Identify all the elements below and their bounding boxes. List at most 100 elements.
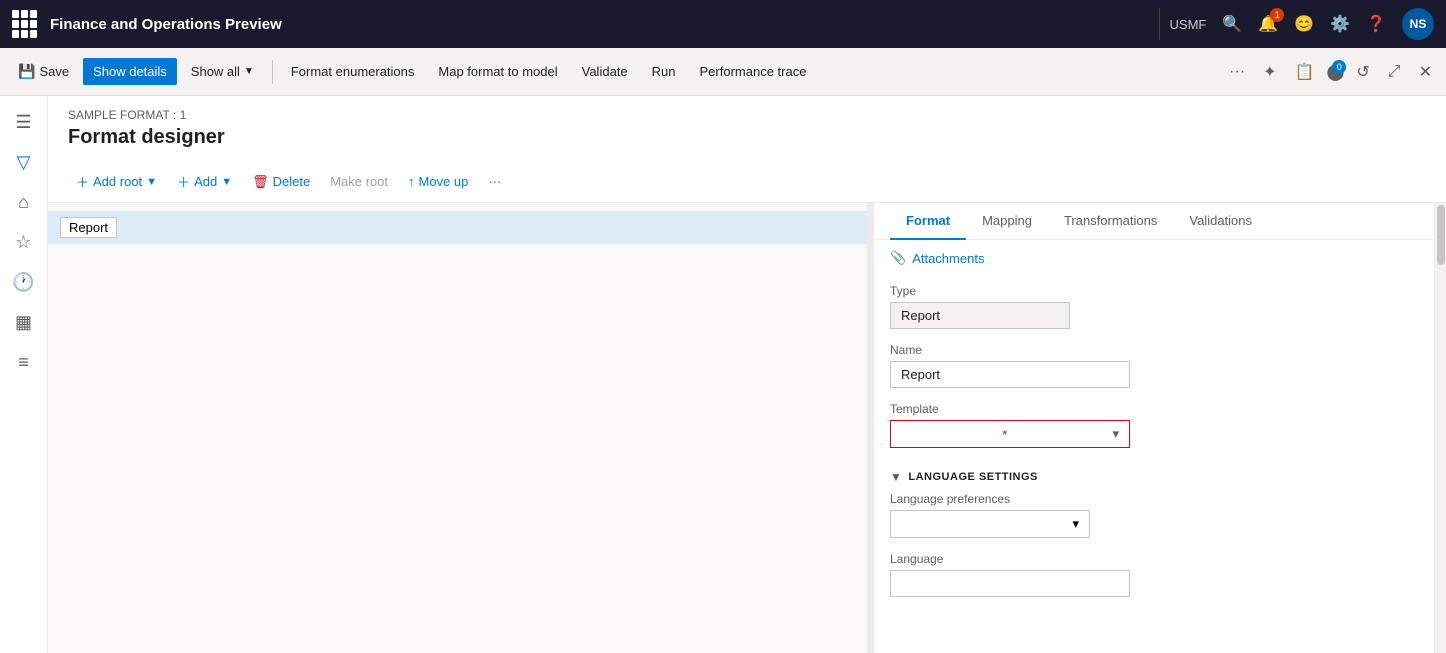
popout-button[interactable]: ⤢ bbox=[1382, 59, 1407, 85]
add-root-plus: ＋ bbox=[76, 172, 89, 191]
notes-icon: 📋 bbox=[1295, 64, 1315, 81]
add-button[interactable]: ＋ Add ▼ bbox=[169, 167, 240, 196]
page-title: Format designer bbox=[68, 126, 1426, 149]
chevron-down-icon: ▾ bbox=[1112, 426, 1119, 442]
save-icon: 💾 bbox=[18, 63, 35, 80]
sidebar-home-icon[interactable]: ⌂ bbox=[6, 184, 42, 220]
attachments-button[interactable]: 📎 Attachments bbox=[874, 240, 1000, 276]
notes-button[interactable]: 📋 bbox=[1289, 58, 1321, 86]
title-bar-right: USMF 🔍 🔔 1 😊 ⚙️ ❓ NS bbox=[1170, 8, 1434, 40]
tab-mapping[interactable]: Mapping bbox=[966, 203, 1048, 240]
properties-panel: Format Mapping Transformations Validatio… bbox=[874, 203, 1434, 653]
main-layout: ☰ ▽ ⌂ ☆ 🕐 ▦ ≡ SAMPLE FORMAT : 1 Format d… bbox=[0, 96, 1446, 653]
save-button[interactable]: 💾 Save bbox=[8, 57, 79, 86]
language-settings-header[interactable]: ▼ LANGUAGE SETTINGS bbox=[890, 462, 1418, 492]
template-dropdown[interactable]: * ▾ bbox=[890, 420, 1130, 448]
move-up-arrow: ↑ bbox=[408, 174, 415, 189]
move-up-button[interactable]: ↑ Move up bbox=[400, 169, 476, 194]
run-button[interactable]: Run bbox=[642, 58, 686, 85]
designer-body: Report Format Mapping Transformations Va… bbox=[48, 203, 1446, 653]
sidebar-star-icon[interactable]: ☆ bbox=[6, 224, 42, 260]
close-icon: ✕ bbox=[1419, 64, 1432, 81]
language-field-group: Language bbox=[890, 552, 1418, 597]
sidebar-table-icon[interactable]: ▦ bbox=[6, 304, 42, 340]
required-star: * bbox=[1002, 427, 1007, 442]
type-field-group: Type Report bbox=[890, 284, 1418, 329]
sidebar-filter-icon[interactable]: ▽ bbox=[6, 144, 42, 180]
format-enumerations-button[interactable]: Format enumerations bbox=[281, 58, 425, 85]
scrollbar-track[interactable] bbox=[1434, 203, 1446, 653]
org-label: USMF bbox=[1170, 17, 1207, 32]
type-label: Type bbox=[890, 284, 1418, 298]
language-input[interactable] bbox=[890, 570, 1130, 597]
action-divider-1 bbox=[272, 60, 273, 84]
refresh-button[interactable]: ↺ bbox=[1350, 58, 1375, 86]
scrollbar-thumb[interactable] bbox=[1437, 205, 1445, 265]
template-label: Template bbox=[890, 402, 1418, 416]
tab-format[interactable]: Format bbox=[890, 203, 966, 240]
map-format-to-model-button[interactable]: Map format to model bbox=[428, 58, 567, 85]
action-bar: 💾 Save Show details Show all ▼ Format en… bbox=[0, 48, 1446, 96]
type-value: Report bbox=[890, 302, 1070, 329]
search-icon[interactable]: 🔍 bbox=[1222, 14, 1242, 34]
badge-button[interactable]: ⬤ 0 bbox=[1326, 62, 1344, 82]
refresh-icon: ↺ bbox=[1356, 64, 1369, 81]
more-options-button[interactable]: ··· bbox=[1223, 59, 1251, 85]
delete-label: Delete bbox=[273, 174, 311, 189]
make-root-button[interactable]: Make root bbox=[322, 169, 396, 194]
lang-prefs-dropdown[interactable]: ▾ bbox=[890, 510, 1090, 538]
add-root-label: Add root bbox=[93, 174, 142, 189]
app-title: Finance and Operations Preview bbox=[50, 16, 1149, 33]
run-label: Run bbox=[652, 64, 676, 79]
popout-icon: ⤢ bbox=[1388, 63, 1401, 80]
breadcrumb: SAMPLE FORMAT : 1 bbox=[68, 108, 1426, 122]
validate-button[interactable]: Validate bbox=[572, 58, 638, 85]
tab-transformations[interactable]: Transformations bbox=[1048, 203, 1173, 240]
add-label: Add bbox=[194, 174, 217, 189]
tab-validations[interactable]: Validations bbox=[1173, 203, 1268, 240]
name-input[interactable] bbox=[890, 361, 1130, 388]
name-field-group: Name bbox=[890, 343, 1418, 388]
app-grid-icon[interactable] bbox=[12, 10, 40, 38]
settings-icon[interactable]: ⚙️ bbox=[1330, 14, 1350, 34]
show-details-button[interactable]: Show details bbox=[83, 58, 177, 85]
personalize-button[interactable]: ✦ bbox=[1257, 58, 1282, 86]
help-icon[interactable]: ❓ bbox=[1366, 14, 1386, 34]
page-header: SAMPLE FORMAT : 1 Format designer bbox=[48, 96, 1446, 161]
prop-form: Type Report Name Template bbox=[874, 276, 1434, 619]
tree-item-label: Report bbox=[60, 217, 117, 238]
template-dropdown-input[interactable]: * ▾ bbox=[890, 420, 1130, 448]
more-toolbar-button[interactable]: ··· bbox=[480, 169, 509, 194]
close-button[interactable]: ✕ bbox=[1413, 58, 1438, 86]
performance-trace-button[interactable]: Performance trace bbox=[690, 58, 817, 85]
more-icon: ··· bbox=[1229, 63, 1245, 80]
smiley-icon[interactable]: 😊 bbox=[1294, 14, 1314, 34]
collapse-icon: ▼ bbox=[890, 470, 902, 484]
lang-prefs-field-group: Language preferences ▾ bbox=[890, 492, 1418, 538]
action-bar-right: ··· ✦ 📋 ⬤ 0 ↺ ⤢ ✕ bbox=[1223, 58, 1438, 86]
tree-panel: Report bbox=[48, 203, 868, 653]
tree-item[interactable]: Report bbox=[48, 211, 867, 244]
more-toolbar-icon: ··· bbox=[488, 174, 501, 189]
sidebar-clock-icon[interactable]: 🕐 bbox=[6, 264, 42, 300]
language-label: Language bbox=[890, 552, 1418, 566]
paperclip-icon: 📎 bbox=[890, 250, 906, 266]
template-field-group: Template * ▾ bbox=[890, 402, 1418, 448]
sidebar: ☰ ▽ ⌂ ☆ 🕐 ▦ ≡ bbox=[0, 96, 48, 653]
notification-bell[interactable]: 🔔 1 bbox=[1258, 14, 1278, 34]
delete-button[interactable]: 🗑 Delete bbox=[244, 169, 318, 195]
show-all-button[interactable]: Show all ▼ bbox=[181, 58, 264, 85]
show-details-label: Show details bbox=[93, 64, 167, 79]
property-tabs: Format Mapping Transformations Validatio… bbox=[874, 203, 1434, 240]
performance-trace-label: Performance trace bbox=[700, 64, 807, 79]
sidebar-nav-icon[interactable]: ☰ bbox=[6, 104, 42, 140]
lang-prefs-chevron: ▾ bbox=[1072, 516, 1079, 532]
format-enumerations-label: Format enumerations bbox=[291, 64, 415, 79]
show-all-label: Show all bbox=[191, 64, 240, 79]
add-plus: ＋ bbox=[177, 172, 190, 191]
add-root-button[interactable]: ＋ Add root ▼ bbox=[68, 167, 165, 196]
avatar[interactable]: NS bbox=[1402, 8, 1434, 40]
sidebar-list-icon[interactable]: ≡ bbox=[6, 344, 42, 380]
add-arrow: ▼ bbox=[221, 176, 232, 188]
save-label: Save bbox=[39, 64, 69, 79]
